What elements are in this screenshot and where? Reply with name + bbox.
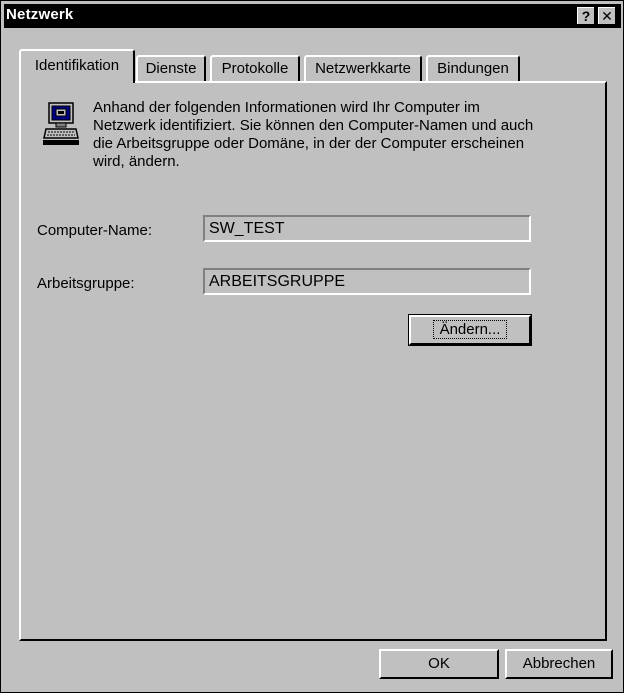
network-dialog: Netzwerk ? ✕ Identifikation Dienste Prot… (0, 0, 624, 693)
tab-identifikation[interactable]: Identifikation (19, 49, 135, 83)
close-button[interactable]: ✕ (598, 7, 616, 25)
tab-dienste[interactable]: Dienste (136, 55, 206, 81)
computer-name-label: Computer-Name: (37, 222, 153, 239)
change-button-label: Ändern... (432, 320, 508, 339)
tab-bindungen[interactable]: Bindungen (426, 55, 520, 81)
change-button[interactable]: Ändern... (408, 314, 532, 346)
title-bar[interactable]: Netzwerk ? ✕ (4, 4, 621, 28)
info-text: Anhand der folgenden Informationen wird … (93, 99, 534, 170)
tab-netzwerkkarte[interactable]: Netzwerkkarte (304, 55, 422, 81)
cancel-button[interactable]: Abbrechen (505, 649, 613, 679)
help-button[interactable]: ? (577, 7, 595, 25)
network-computer-icon (43, 102, 79, 145)
ok-button[interactable]: OK (379, 649, 499, 679)
workgroup-label: Arbeitsgruppe: (37, 275, 135, 292)
window-title: Netzwerk (6, 6, 74, 23)
computer-name-field[interactable]: SW_TEST (203, 215, 531, 242)
workgroup-field[interactable]: ARBEITSGRUPPE (203, 268, 531, 295)
identification-panel: Anhand der folgenden Informationen wird … (19, 81, 607, 641)
tab-protokolle[interactable]: Protokolle (210, 55, 300, 81)
